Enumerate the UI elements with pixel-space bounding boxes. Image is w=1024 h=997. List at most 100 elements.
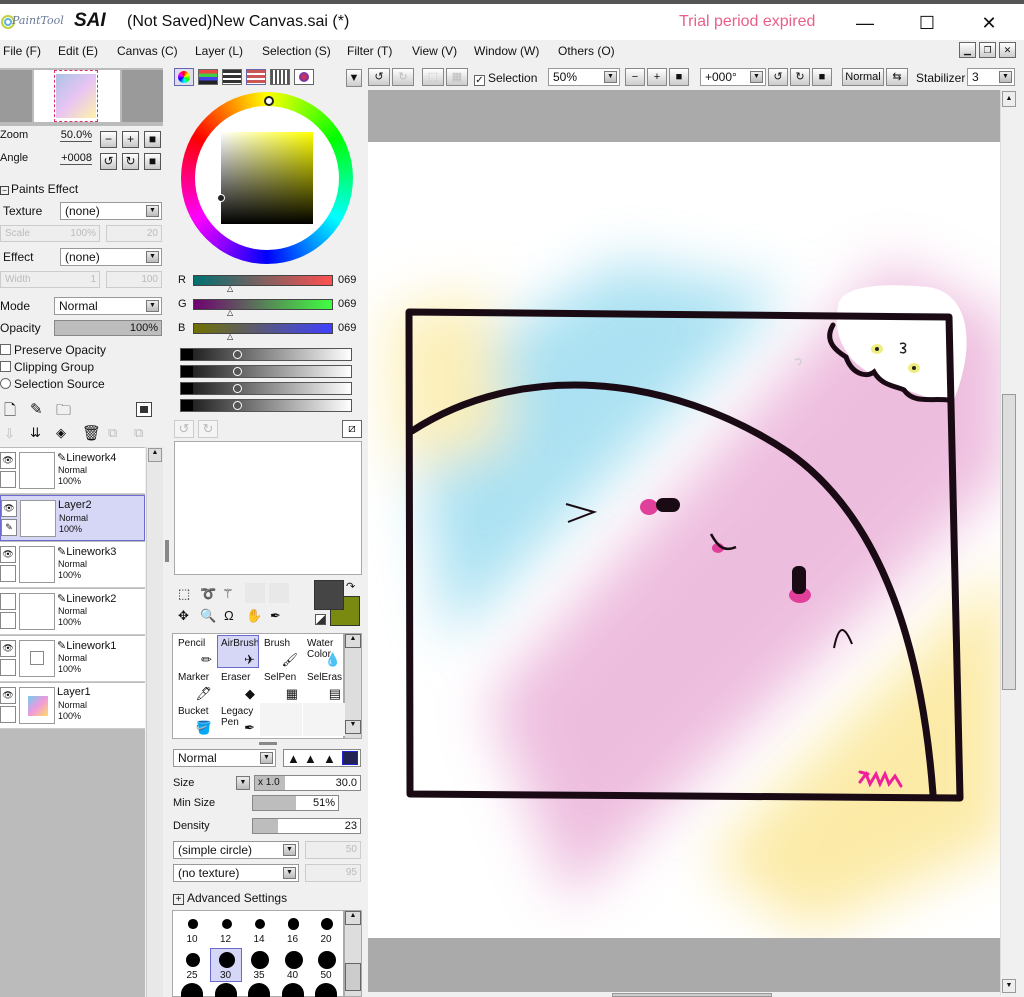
stabilizer-dropdown[interactable]: 3 ▼	[967, 68, 1015, 86]
new-mask-icon[interactable]	[136, 402, 152, 417]
toolbar-rotate-left-button[interactable]: ↺	[768, 68, 788, 86]
merge-down-icon[interactable]: ⇊	[30, 425, 41, 441]
clear-layer-icon[interactable]: ◈	[56, 425, 66, 441]
minimize-button[interactable]: —	[842, 8, 888, 38]
maximize-button[interactable]: ☐	[904, 8, 950, 38]
hand-icon[interactable]: ✋	[246, 608, 262, 624]
lock-slot[interactable]	[0, 565, 16, 582]
hue-handle[interactable]	[264, 96, 274, 106]
brush-size-preset[interactable]: 35	[243, 948, 275, 982]
mdi-minimize-button[interactable]: ▁	[959, 42, 976, 58]
toolbar-zoom-in-button[interactable]: +	[647, 68, 667, 86]
close-button[interactable]: ✕	[966, 8, 1012, 38]
eye-icon[interactable]: 👁	[1, 500, 17, 517]
b-value[interactable]: 069	[338, 322, 356, 334]
width-number[interactable]: 100	[106, 271, 162, 288]
canvas-paper[interactable]	[368, 142, 1000, 938]
panel-splitter[interactable]	[165, 540, 169, 562]
menu-file[interactable]: File (F)	[3, 44, 41, 58]
intermediate-bar-1[interactable]	[180, 348, 352, 361]
scratchpad-clear-icon[interactable]: ⧄	[342, 420, 362, 438]
b-slider-handle[interactable]: △	[227, 332, 233, 341]
lock-slot[interactable]	[0, 612, 16, 629]
edge-mid-icon[interactable]: ▲	[304, 751, 317, 766]
tool-pencil[interactable]: Pencil ✏	[174, 635, 216, 668]
transparent-color-icon[interactable]	[315, 614, 326, 625]
menu-selection[interactable]: Selection (S)	[262, 44, 331, 58]
hscroll-thumb[interactable]	[612, 993, 772, 997]
brush-size-preset[interactable]: 12	[210, 912, 242, 946]
tool-eraser[interactable]: Eraser ◆	[217, 669, 259, 702]
scroll-up-arrow[interactable]: ▲	[1002, 91, 1016, 107]
invert-selection-button[interactable]: ▦	[446, 68, 468, 86]
swap-colors-icon[interactable]: ↷	[346, 580, 355, 593]
advanced-settings-toggle[interactable]: + Advanced Settings	[173, 891, 287, 905]
move-icon[interactable]: ✥	[178, 608, 189, 624]
mdi-restore-button[interactable]: ❐	[979, 42, 996, 58]
lock-slot[interactable]	[0, 471, 16, 488]
r-slider[interactable]	[193, 275, 333, 286]
rotate-icon[interactable]: Ω	[224, 608, 234, 623]
brush-texture-dropdown[interactable]: (no texture) ▼	[173, 864, 299, 882]
canvas-vertical-scrollbar[interactable]: ▲ ▼	[1000, 90, 1017, 995]
g-slider[interactable]	[193, 299, 333, 310]
mdi-close-button[interactable]: ✕	[999, 42, 1016, 58]
intermediate-color-tab[interactable]	[246, 69, 266, 85]
lock-slot[interactable]	[0, 706, 16, 723]
size-slider[interactable]: x 1.0 30.0	[254, 775, 361, 791]
menu-others[interactable]: Others (O)	[558, 44, 615, 58]
tool-selpen[interactable]: SelPen ▦	[260, 669, 302, 702]
effect-dropdown[interactable]: (none) ▼	[60, 248, 162, 266]
canvas-horizontal-scrollbar[interactable]	[368, 992, 1000, 997]
rotate-reset-button[interactable]: ■	[144, 153, 161, 170]
selection-toggle[interactable]: ✓ Selection	[474, 71, 537, 86]
new-layer-icon[interactable]: 🗋	[4, 400, 16, 425]
menu-canvas[interactable]: Canvas (C)	[117, 44, 178, 58]
eye-icon[interactable]: 👁	[0, 546, 16, 563]
brush-size-scrollbar[interactable]: ▲	[344, 910, 362, 997]
tool-seleras[interactable]: SelEras ▤	[303, 669, 345, 702]
tool-brush[interactable]: Brush 🖌	[260, 635, 302, 668]
toolbar-rotate-right-button[interactable]: ↻	[790, 68, 810, 86]
width-slider[interactable]: Width 1	[0, 271, 100, 288]
tool-legacy-pen[interactable]: Legacy Pen ✒	[217, 703, 259, 736]
menu-view[interactable]: View (V)	[412, 44, 457, 58]
undo-button[interactable]: ↺	[368, 68, 390, 86]
g-value[interactable]: 069	[338, 298, 356, 310]
edge-soft-icon[interactable]: ▲	[323, 751, 336, 766]
layer-list-scrollbar[interactable]: ▲	[146, 447, 163, 997]
rect-select-icon[interactable]: ⬚	[178, 586, 190, 602]
redo-button[interactable]: ↻	[392, 68, 414, 86]
r-value[interactable]: 069	[338, 274, 356, 286]
zoom-reset-button[interactable]: ■	[144, 131, 161, 148]
clipping-group-checkbox[interactable]: Clipping Group	[0, 360, 94, 374]
redo-color-icon[interactable]: ↻	[198, 420, 218, 438]
toolbar-dropdown[interactable]: ▼	[346, 69, 362, 87]
opacity-slider[interactable]: 100%	[54, 320, 162, 336]
rotate-left-button[interactable]: ↺	[100, 153, 117, 170]
eyedropper-icon[interactable]: ✒	[270, 608, 281, 624]
sv-handle[interactable]	[217, 194, 225, 202]
toolbar-rotate-reset-button[interactable]: ■	[812, 68, 832, 86]
visibility-toggle-off[interactable]	[0, 593, 16, 610]
color-wheel-tab[interactable]	[174, 68, 194, 86]
scroll-thumb[interactable]	[1002, 394, 1016, 690]
tool-marker[interactable]: Marker 🖊	[174, 669, 216, 702]
new-folder-icon[interactable]: 🗀	[56, 400, 71, 425]
brush-edge-selector[interactable]: ▲ ▲ ▲	[283, 749, 361, 767]
b-slider[interactable]	[193, 323, 333, 334]
brush-size-preset[interactable]: 14	[243, 912, 275, 946]
rotate-right-button[interactable]: ↻	[122, 153, 139, 170]
pen-icon[interactable]: ✎	[1, 519, 17, 536]
eye-icon[interactable]: 👁	[0, 452, 16, 469]
transfer-down-icon[interactable]: ⇩	[4, 426, 15, 442]
menu-edit[interactable]: Edit (E)	[58, 44, 98, 58]
lock-slot[interactable]	[0, 659, 16, 676]
g-slider-handle[interactable]: △	[227, 308, 233, 317]
eye-icon[interactable]: 👁	[0, 640, 16, 657]
tool-water-color[interactable]: Water Color 💧	[303, 635, 345, 668]
min-size-slider[interactable]: 51%	[252, 795, 339, 811]
apply-mask-icon[interactable]: ⧉	[108, 425, 117, 441]
tool-airbrush[interactable]: AirBrush ✈	[217, 635, 259, 668]
layer-row[interactable]: 👁 ✎Linework3 Normal 100%	[0, 542, 145, 588]
